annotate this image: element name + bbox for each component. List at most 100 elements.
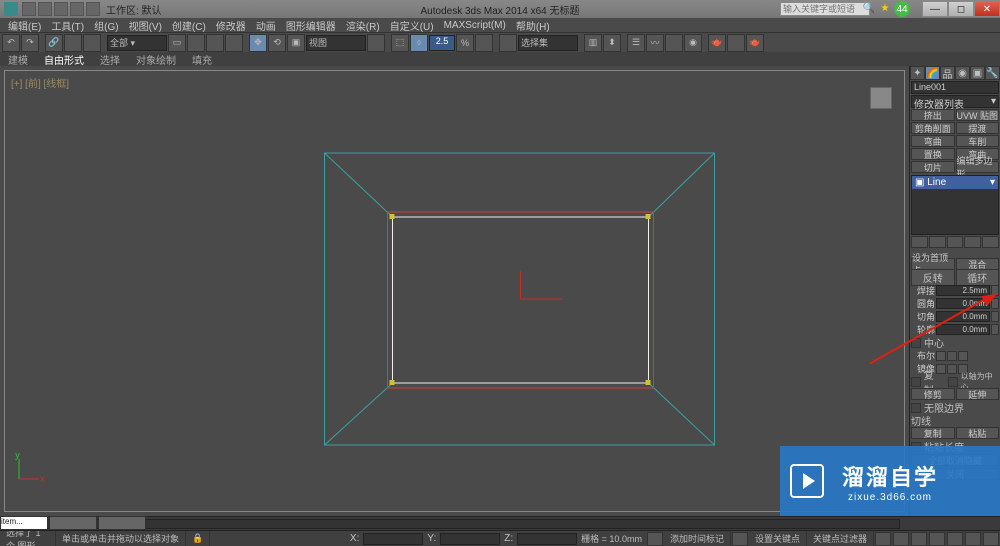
- mod-displace[interactable]: 置换: [911, 148, 955, 160]
- region-icon[interactable]: [206, 34, 224, 52]
- qa-open-icon[interactable]: [38, 2, 52, 16]
- named-sel-icon[interactable]: [499, 34, 517, 52]
- redo-icon[interactable]: ↷: [21, 34, 39, 52]
- lock-icon[interactable]: 🔒: [186, 531, 210, 546]
- outline-spinner[interactable]: [991, 324, 999, 335]
- paste-tan-button[interactable]: 粘贴: [956, 427, 1000, 439]
- menu-group[interactable]: 组(G): [90, 18, 122, 33]
- object-name-field[interactable]: Line001: [911, 81, 999, 94]
- named-sel-dropdown[interactable]: 选择集: [518, 35, 578, 51]
- menu-help[interactable]: 帮助(H): [512, 18, 554, 33]
- mod-lathe[interactable]: 车削: [956, 135, 1000, 147]
- ribbon-fill[interactable]: 填充: [192, 52, 212, 67]
- nav-pan-icon[interactable]: [929, 532, 945, 546]
- star-icon[interactable]: ★: [878, 1, 892, 15]
- menu-customize[interactable]: 自定义(U): [386, 18, 438, 33]
- nav-orbit-icon[interactable]: [965, 532, 981, 546]
- add-time-tag[interactable]: 添加时间标记: [664, 531, 731, 546]
- thumb-2[interactable]: [49, 516, 97, 530]
- undo-icon[interactable]: ↶: [2, 34, 20, 52]
- chamfer-spinner[interactable]: [991, 311, 999, 322]
- ribbon-select[interactable]: 选择: [100, 52, 120, 67]
- render-icon[interactable]: 🫖: [746, 34, 764, 52]
- time-track[interactable]: [24, 519, 900, 529]
- menu-edit[interactable]: 编辑(E): [4, 18, 45, 33]
- thumb-1[interactable]: item...: [0, 516, 48, 530]
- qa-new-icon[interactable]: [22, 2, 36, 16]
- y-field[interactable]: [440, 533, 500, 545]
- layers-icon[interactable]: ☰: [627, 34, 645, 52]
- tab-motion-icon[interactable]: ◉: [955, 66, 970, 80]
- nav-zoom-icon[interactable]: [947, 532, 963, 546]
- minimize-button[interactable]: —: [922, 1, 948, 17]
- show-end-icon[interactable]: [929, 236, 946, 248]
- remove-mod-icon[interactable]: [964, 236, 981, 248]
- trim-button[interactable]: 修剪: [911, 388, 955, 400]
- play-icon-btn[interactable]: [893, 532, 909, 546]
- mod-chamfer[interactable]: 剪角削面: [911, 122, 955, 134]
- link-icon[interactable]: 🔗: [45, 34, 63, 52]
- tab-hierarchy-icon[interactable]: 品: [940, 66, 955, 80]
- material-icon[interactable]: ◉: [684, 34, 702, 52]
- move-icon[interactable]: ✥: [249, 34, 267, 52]
- window-cross-icon[interactable]: [225, 34, 243, 52]
- align-icon[interactable]: ⬍: [603, 34, 621, 52]
- select-icon[interactable]: ▭: [168, 34, 186, 52]
- close-button[interactable]: ✕: [974, 1, 1000, 17]
- chamfer-value[interactable]: 0.0mm: [936, 311, 990, 322]
- bool-int-icon[interactable]: [958, 351, 968, 361]
- percent-snap-icon[interactable]: %: [456, 34, 474, 52]
- bind-icon[interactable]: [83, 34, 101, 52]
- rotate-icon[interactable]: ⟲: [268, 34, 286, 52]
- qa-undo-icon[interactable]: [70, 2, 84, 16]
- time-slider[interactable]: 0 / 100: [0, 516, 1000, 530]
- mod-extrude[interactable]: 挤出: [911, 109, 955, 121]
- set-key-label[interactable]: 设置关键点: [749, 531, 807, 546]
- copy-checkbox[interactable]: [911, 377, 921, 387]
- outline-value[interactable]: 0.0mm: [936, 324, 990, 335]
- refcoord-dropdown[interactable]: 视图: [306, 35, 366, 51]
- mod-ferry[interactable]: 摆渡: [956, 122, 1000, 134]
- nav-max-icon[interactable]: [983, 532, 999, 546]
- render-frame-icon[interactable]: [727, 34, 745, 52]
- viewport-front[interactable]: [+] [前] [线框]: [4, 70, 905, 512]
- ribbon-objpaint[interactable]: 对象绘制: [136, 52, 176, 67]
- unique-icon[interactable]: [947, 236, 964, 248]
- fillet-spinner[interactable]: [991, 298, 999, 309]
- schematic-icon[interactable]: [665, 34, 683, 52]
- menu-view[interactable]: 视图(V): [125, 18, 166, 33]
- mirror-icon[interactable]: ▥: [584, 34, 602, 52]
- help-search-input[interactable]: [780, 2, 870, 16]
- play-prev-icon[interactable]: [875, 532, 891, 546]
- mod-slice[interactable]: 切片: [911, 161, 955, 173]
- modifier-list-dropdown[interactable]: 修改器列表▾: [911, 95, 999, 108]
- weld-value[interactable]: 2.5mm: [936, 285, 990, 296]
- play-next-icon[interactable]: [911, 532, 927, 546]
- search-icon[interactable]: 🔍: [862, 1, 876, 15]
- snap-toggle-icon[interactable]: ⬚: [391, 34, 409, 52]
- snap-spinner[interactable]: 2.5: [429, 35, 455, 51]
- stack-item-line[interactable]: ▣ Line▾: [912, 176, 998, 189]
- z-field[interactable]: [517, 533, 577, 545]
- qa-redo-icon[interactable]: [86, 2, 100, 16]
- inf-checkbox[interactable]: [911, 403, 921, 413]
- bool-union-icon[interactable]: [936, 351, 946, 361]
- app-icon[interactable]: [4, 2, 18, 16]
- axis-checkbox[interactable]: [948, 377, 958, 387]
- copy-tan-button[interactable]: 复制: [911, 427, 955, 439]
- menu-render[interactable]: 渲染(R): [342, 18, 384, 33]
- workspace-label[interactable]: 工作区: 默认: [106, 2, 162, 17]
- x-field[interactable]: [363, 533, 423, 545]
- tab-display-icon[interactable]: ▣: [970, 66, 985, 80]
- tab-utilities-icon[interactable]: 🔧: [985, 66, 1000, 80]
- tab-modify-icon[interactable]: 🌈: [925, 66, 940, 80]
- selection-filter[interactable]: 全部 ▾: [107, 35, 167, 51]
- help-cloud-icon[interactable]: 44: [894, 1, 910, 17]
- unlink-icon[interactable]: [64, 34, 82, 52]
- pin-stack-icon[interactable]: [911, 236, 928, 248]
- menu-tools[interactable]: 工具(T): [47, 18, 88, 33]
- angle-snap-icon[interactable]: ⬨: [410, 34, 428, 52]
- curve-editor-icon[interactable]: 〰: [646, 34, 664, 52]
- mod-editpoly[interactable]: 编辑多边形: [956, 161, 1000, 173]
- spinner-snap-icon[interactable]: [475, 34, 493, 52]
